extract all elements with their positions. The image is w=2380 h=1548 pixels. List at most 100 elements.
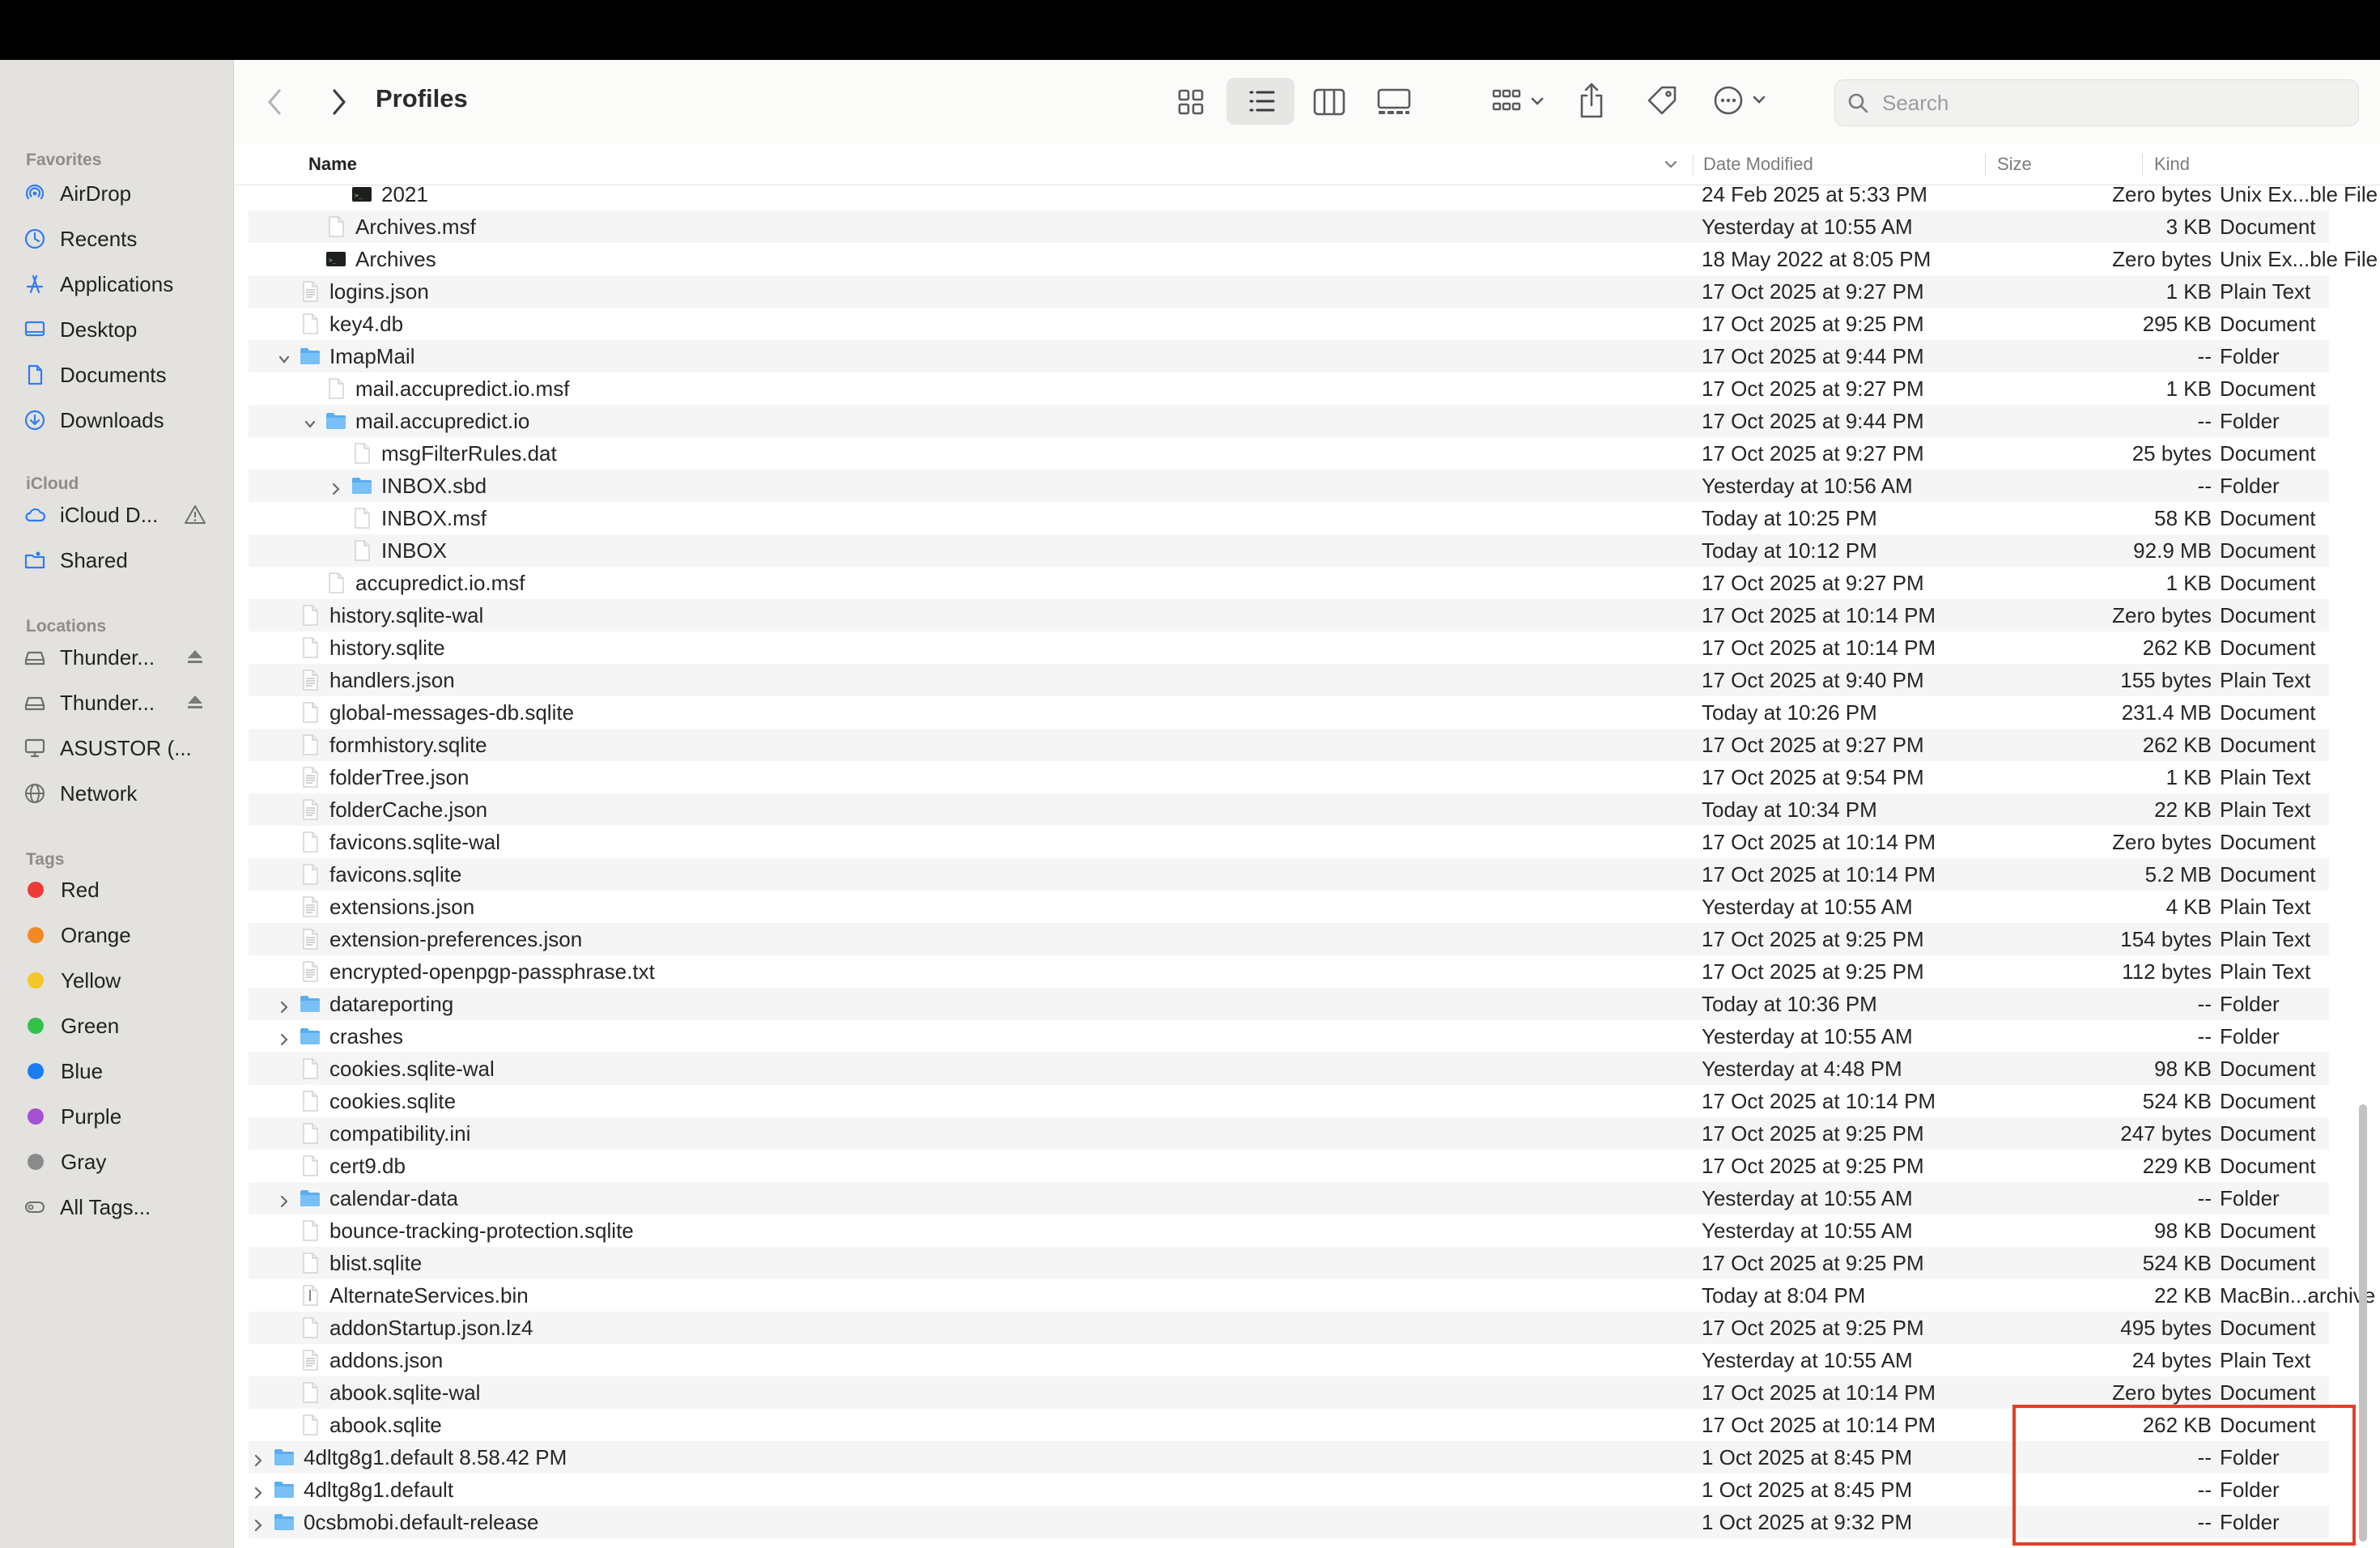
file-date-modified: Yesterday at 10:55 AM [1702,1024,1913,1048]
sidebar-tag-blue[interactable]: Blue [23,1051,217,1091]
folder-row[interactable]: calendar-data Yesterday at 10:55 AM -- Fold… [249,1182,2329,1214]
disclosure-chevron-right-icon[interactable] [276,996,292,1014]
sidebar-item-thunder-0[interactable]: Thunder... [23,637,217,678]
forward-button[interactable] [328,87,349,117]
file-row[interactable]: AlternateServices.bin Today at 8:04 PM 22 … [249,1279,2375,1312]
sidebar-item-shared[interactable]: Shared [23,540,217,580]
sidebar-item-label: Shared [60,547,128,572]
document-icon [299,734,321,756]
file-row[interactable]: compatibility.ini 17 Oct 2025 at 9:25 PM 2… [249,1117,2329,1150]
column-name[interactable]: Name [308,144,357,185]
file-row[interactable]: history.sqlite 17 Oct 2025 at 10:14 PM 262… [249,632,2329,664]
file-row[interactable]: history.sqlite-wal 17 Oct 2025 at 10:14 P… [249,599,2329,632]
more-actions-button[interactable] [1712,84,1772,117]
file-row[interactable]: cert9.db 17 Oct 2025 at 9:25 PM 229 KB Docu… [249,1150,2329,1182]
search-input[interactable] [1881,89,2321,117]
file-row[interactable]: extensions.json Yesterday at 10:55 AM 4 KB… [249,891,2329,923]
file-kind: Plain Text [2220,959,2311,984]
column-kind[interactable]: Kind [2154,144,2190,185]
file-name: logins.json [329,279,429,304]
sidebar-tag-yellow[interactable]: Yellow [23,960,217,1001]
file-row[interactable]: >_ Archives 18 May 2022 at 8:05 PM Zero byt… [249,243,2378,275]
file-row[interactable]: addons.json Yesterday at 10:55 AM 24 bytes… [249,1344,2329,1376]
file-row[interactable]: bounce-tracking-protection.sqlite Yesterd… [249,1214,2329,1247]
folder-row[interactable]: mail.accupredict.io 17 Oct 2025 at 9:44 P… [249,405,2329,437]
folder-row[interactable]: INBOX.sbd Yesterday at 10:56 AM -- Folder [249,470,2329,502]
file-row[interactable]: extension-preferences.json 17 Oct 2025 at… [249,923,2329,955]
sidebar-item-thunder-1[interactable]: Thunder... [23,683,217,723]
sidebar-item-applications[interactable]: Applications [23,264,217,304]
file-kind: Plain Text [2220,279,2311,304]
file-row[interactable]: formhistory.sqlite 17 Oct 2025 at 9:27 PM… [249,729,2329,761]
file-row[interactable]: Archives.msf Yesterday at 10:55 AM 3 KB Doc… [249,211,2329,243]
sidebar-item-desktop[interactable]: Desktop [23,309,217,350]
eject-icon[interactable] [185,646,206,667]
disclosure-chevron-right-icon[interactable] [250,1514,266,1532]
file-row[interactable]: handlers.json 17 Oct 2025 at 9:40 PM 155 b… [249,664,2329,696]
document-icon [299,831,321,853]
file-row[interactable]: global-messages-db.sqlite Today at 10:26 … [249,696,2329,729]
file-row[interactable]: cookies.sqlite 17 Oct 2025 at 10:14 PM 524… [249,1085,2329,1117]
file-kind: Plain Text [2220,668,2311,692]
search-field[interactable] [1834,79,2359,126]
disclosure-chevron-right-icon[interactable] [276,1028,292,1046]
sidebar-tag-green[interactable]: Green [23,1006,217,1046]
file-kind: Folder [2220,474,2280,498]
folder-row[interactable]: datareporting Today at 10:36 PM -- Folder [249,988,2329,1020]
file-row[interactable]: INBOX Today at 10:12 PM 92.9 MB Document [249,534,2329,567]
file-row[interactable]: >_ 2021 24 Feb 2025 at 5:33 PM Zero bytes Un… [249,185,2378,211]
eject-icon[interactable] [185,691,206,712]
file-row[interactable]: folderCache.json Today at 10:34 PM 22 KB Pl… [249,793,2329,826]
file-row[interactable]: msgFilterRules.dat 17 Oct 2025 at 9:27 PM… [249,437,2329,470]
file-row[interactable]: favicons.sqlite-wal 17 Oct 2025 at 10:14 … [249,826,2329,858]
folder-row[interactable]: ImapMail 17 Oct 2025 at 9:44 PM -- Folder [249,340,2329,372]
file-row[interactable]: abook.sqlite-wal 17 Oct 2025 at 10:14 PM Z… [249,1376,2329,1409]
file-row[interactable]: cookies.sqlite-wal Yesterday at 4:48 PM 98… [249,1053,2329,1085]
disclosure-chevron-down-icon[interactable] [276,348,292,364]
file-row[interactable]: addonStartup.json.lz4 17 Oct 2025 at 9:25… [249,1312,2329,1344]
file-row[interactable]: INBOX.msf Today at 10:25 PM 58 KB Document [249,502,2329,534]
sidebar-all-tags[interactable]: All Tags... [23,1187,217,1227]
sidebar-item-icloud-d[interactable]: iCloud D... [23,495,217,535]
back-button[interactable] [265,87,286,117]
file-row[interactable]: logins.json 17 Oct 2025 at 9:27 PM 1 KB Pla… [249,275,2329,308]
icon-view-button[interactable] [1176,87,1205,117]
file-kind: Document [2220,215,2316,239]
sidebar-item-asustor-2[interactable]: ASUSTOR (... [23,728,217,768]
sidebar-item-network-3[interactable]: Network [23,773,217,814]
tag-color-dot [28,1018,44,1034]
file-row[interactable]: accupredict.io.msf 17 Oct 2025 at 9:27 PM… [249,567,2329,599]
disclosure-chevron-right-icon[interactable] [276,1190,292,1208]
disclosure-chevron-right-icon[interactable] [250,1482,266,1499]
file-row[interactable]: folderTree.json 17 Oct 2025 at 9:54 PM 1 K… [249,761,2329,793]
disclosure-chevron-right-icon[interactable] [328,478,344,495]
sidebar-tag-orange[interactable]: Orange [23,915,217,955]
column-size[interactable]: Size [1997,144,2032,185]
file-row[interactable]: blist.sqlite 17 Oct 2025 at 9:25 PM 524 KB… [249,1247,2329,1279]
file-date-modified: 17 Oct 2025 at 9:25 PM [1702,1154,1924,1178]
gallery-view-button[interactable] [1375,86,1413,118]
sidebar-item-airdrop[interactable]: AirDrop [23,173,217,214]
column-view-button[interactable] [1312,86,1346,118]
tag-button[interactable] [1644,83,1680,118]
sidebar-item-documents[interactable]: Documents [23,355,217,395]
sidebar-item-downloads[interactable]: Downloads [23,400,217,440]
file-size: 155 bytes [2120,668,2212,692]
sidebar-item-recents[interactable]: Recents [23,219,217,259]
file-row[interactable]: favicons.sqlite 17 Oct 2025 at 10:14 PM 5.… [249,858,2329,891]
file-row[interactable]: key4.db 17 Oct 2025 at 9:25 PM 295 KB Docum… [249,308,2329,340]
file-row[interactable]: encrypted-openpgp-passphrase.txt 17 Oct 2… [249,955,2329,988]
sidebar-tag-gray[interactable]: Gray [23,1142,217,1182]
column-date-modified[interactable]: Date Modified [1703,144,1813,185]
sidebar-tag-red[interactable]: Red [23,870,217,910]
group-by-button[interactable] [1490,86,1549,118]
folder-row[interactable]: crashes Yesterday at 10:55 AM -- Folder [249,1020,2329,1053]
disclosure-chevron-right-icon[interactable] [250,1449,266,1467]
file-row[interactable]: mail.accupredict.io.msf 17 Oct 2025 at 9:… [249,372,2329,405]
sidebar-tag-purple[interactable]: Purple [23,1096,217,1137]
file-date-modified: 17 Oct 2025 at 10:14 PM [1702,862,1936,887]
disclosure-chevron-down-icon[interactable] [302,413,318,429]
share-button[interactable] [1578,81,1605,120]
vertical-scrollbar[interactable] [2359,1104,2367,1542]
list-view-button[interactable] [1226,78,1294,125]
